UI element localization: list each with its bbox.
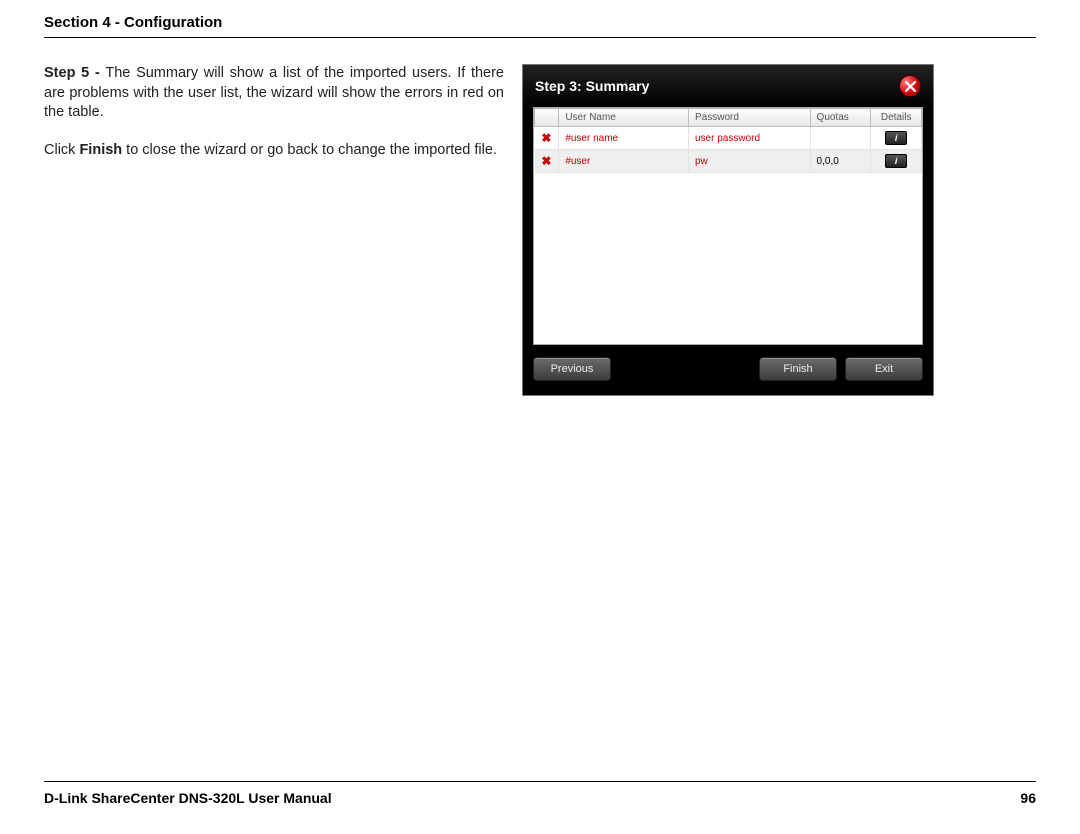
table-row: ✖ #user pw 0,0,0 i — [535, 150, 922, 173]
paragraph-2-bold: Finish — [79, 142, 122, 158]
paragraph-1: The Summary will show a list of the impo… — [44, 65, 504, 120]
error-icon: ✖ — [535, 127, 559, 150]
section-header: Section 4 - Configuration — [44, 14, 1036, 38]
cell-password: user password — [688, 127, 810, 150]
col-header-details: Details — [871, 109, 922, 127]
table-row: ✖ #user name user password i — [535, 127, 922, 150]
summary-table: User Name Password Quotas Details ✖ #use… — [533, 107, 923, 345]
instruction-text: Step 5 - The Summary will show a list of… — [44, 64, 504, 396]
close-button[interactable] — [899, 75, 921, 97]
finish-button[interactable]: Finish — [759, 357, 837, 381]
col-header-password: Password — [688, 109, 810, 127]
cell-username: #user — [559, 150, 689, 173]
details-button[interactable]: i — [885, 154, 907, 168]
wizard-title: Step 3: Summary — [535, 78, 649, 94]
details-button[interactable]: i — [885, 131, 907, 145]
footer-page-number: 96 — [1020, 790, 1036, 806]
previous-button[interactable]: Previous — [533, 357, 611, 381]
exit-button[interactable]: Exit — [845, 357, 923, 381]
paragraph-2a: Click — [44, 142, 79, 158]
wizard-dialog: Step 3: Summary User Name Passw — [522, 64, 934, 396]
cell-password: pw — [688, 150, 810, 173]
close-icon — [905, 81, 916, 92]
cell-quotas: 0,0,0 — [810, 150, 871, 173]
cell-username: #user name — [559, 127, 689, 150]
error-icon: ✖ — [535, 150, 559, 173]
col-header-quotas: Quotas — [810, 109, 871, 127]
step-label: Step 5 - — [44, 65, 105, 81]
cell-quotas — [810, 127, 871, 150]
col-header-username: User Name — [559, 109, 689, 127]
footer-manual-title: D-Link ShareCenter DNS-320L User Manual — [44, 790, 332, 806]
paragraph-2b: to close the wizard or go back to change… — [122, 142, 497, 158]
